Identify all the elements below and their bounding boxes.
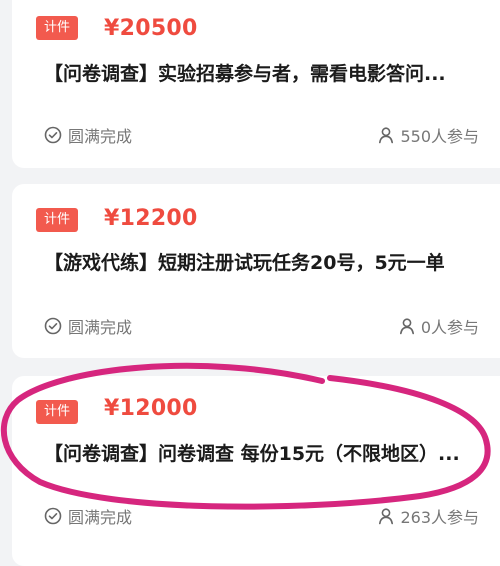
person-icon [379,508,394,525]
task-participants-label: 0人参与 [420,318,479,337]
task-price: ¥12200 [104,206,198,231]
task-title: 【游戏代练】短期注册试玩任务20号，5元一单 [44,252,445,274]
task-type-tag: 计件 [36,400,78,424]
task-card[interactable]: 计件 ¥12200 【游戏代练】短期注册试玩任务20号，5元一单 圆满完成 0人… [12,184,500,358]
task-card[interactable]: 计件 ¥20500 【问卷调查】实验招募参与者，需看电影答问... 圆满完成 5… [12,0,500,168]
check-circle-icon [44,507,62,525]
task-title: 【问卷调查】问卷调查 每份15元（不限地区）... [44,443,460,465]
task-type-tag: 计件 [36,16,78,40]
task-price: ¥12000 [104,396,198,421]
task-status: 圆满完成 [44,123,132,147]
task-participants-label: 263人参与 [400,508,479,527]
task-participants: 263人参与 [377,504,479,528]
person-icon [379,127,394,144]
task-price: ¥20500 [104,16,198,41]
task-status-label: 圆满完成 [68,508,133,527]
task-title: 【问卷调查】实验招募参与者，需看电影答问... [44,63,446,85]
task-status: 圆满完成 [44,314,132,338]
task-status-label: 圆满完成 [68,127,133,146]
task-participants-label: 550人参与 [400,127,479,146]
task-status: 圆满完成 [44,504,132,528]
task-type-tag: 计件 [36,208,78,232]
check-circle-icon [44,317,62,335]
task-participants: 0人参与 [398,314,479,338]
person-icon [399,318,414,335]
task-card[interactable]: 计件 ¥12000 【问卷调查】问卷调查 每份15元（不限地区）... 圆满完成… [12,376,500,566]
check-circle-icon [44,126,62,144]
task-participants: 550人参与 [377,123,479,147]
task-status-label: 圆满完成 [68,318,133,337]
